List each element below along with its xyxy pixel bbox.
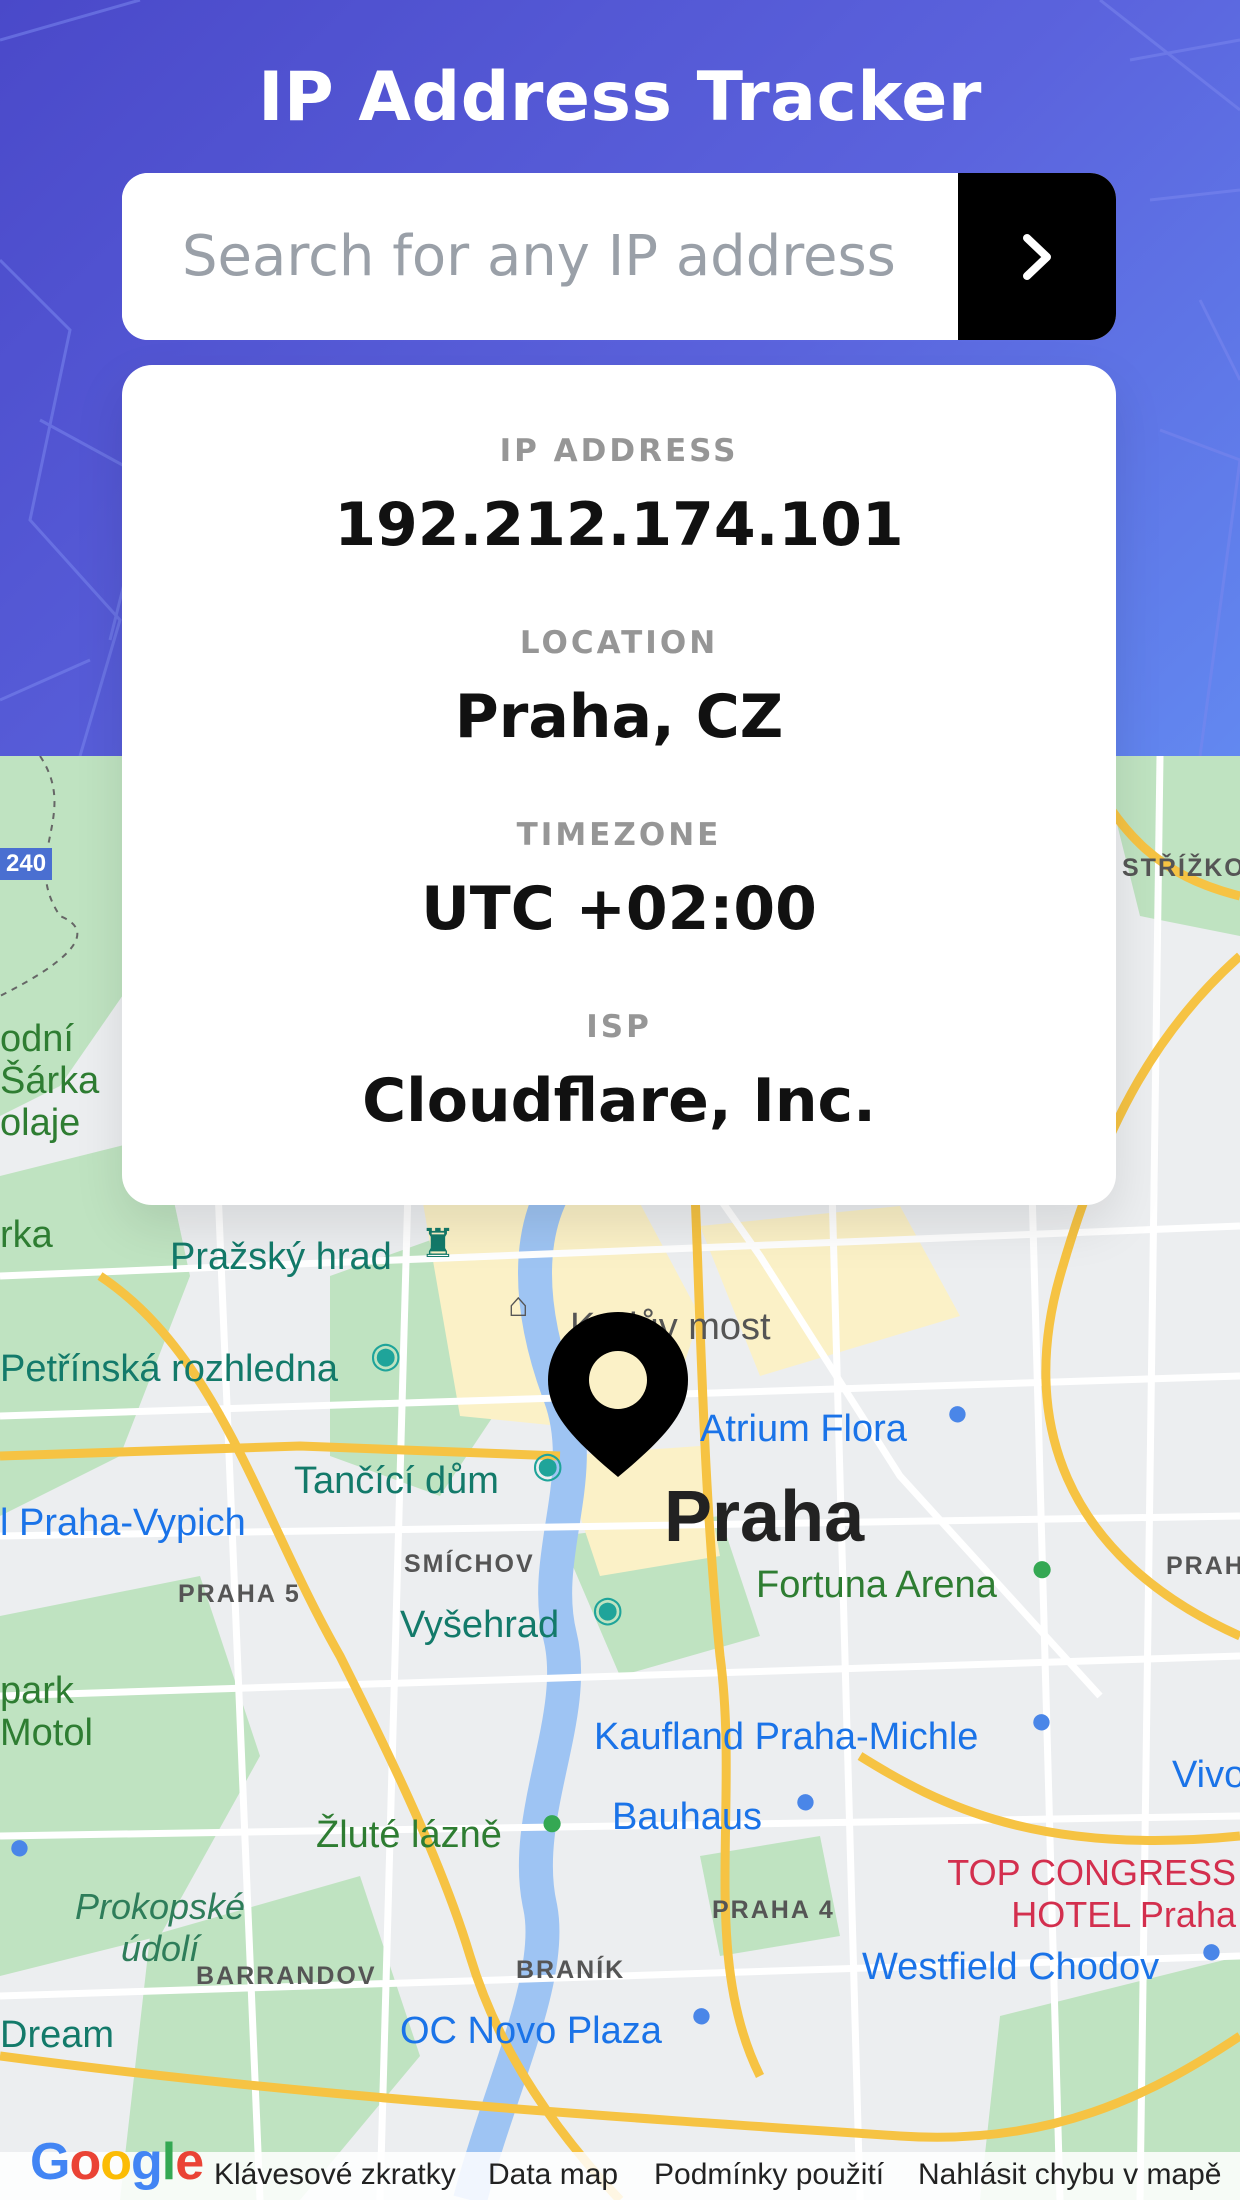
stadium-icon[interactable]: ● <box>1030 1546 1054 1591</box>
report-error-link[interactable]: Nahlásit chybu v mapě <box>918 2158 1222 2192</box>
map-data-link[interactable]: Data map <box>488 2158 618 2192</box>
place-label-prazsky-hrad[interactable]: Pražský hrad <box>170 1236 392 1279</box>
ip-info-card: IP ADDRESS 192.212.174.101 LOCATION Prah… <box>122 365 1116 1205</box>
keyboard-shortcuts-link[interactable]: Klávesové zkratky <box>214 2158 456 2192</box>
google-logo[interactable]: Google <box>30 2132 204 2192</box>
place-label-atrium-flora[interactable]: Atrium Flora <box>700 1408 907 1451</box>
camera-icon[interactable]: ◉ <box>370 1334 401 1376</box>
place-label-motol[interactable]: Motol <box>0 1712 93 1755</box>
place-label-petrinska[interactable]: Petřínská rozhledna <box>0 1348 338 1391</box>
search-input[interactable] <box>122 173 958 340</box>
shopping-bag-icon[interactable]: ● <box>1200 1930 1223 1973</box>
place-label-oc-novo-plaza[interactable]: OC Novo Plaza <box>400 2010 662 2053</box>
place-label-tancici-dum[interactable]: Tančící dům <box>294 1460 499 1503</box>
place-label-westfield[interactable]: Westfield Chodov <box>862 1946 1159 1989</box>
cart-icon[interactable]: ● <box>1030 1700 1053 1743</box>
map-label[interactable]: rka <box>0 1214 53 1257</box>
place-label-top-congress[interactable]: TOP CONGRESS HOTEL Praha <box>900 1852 1236 1936</box>
place-label-vysehrad[interactable]: Vyšehrad <box>400 1604 559 1647</box>
timezone-label: TIMEZONE <box>516 817 722 853</box>
isp-value: Cloudflare, Inc. <box>362 1066 876 1136</box>
shopping-bag-icon[interactable]: ● <box>8 1826 31 1869</box>
district-label-praha4: PRAHA 4 <box>712 1896 835 1924</box>
location-value: Praha, CZ <box>454 682 784 752</box>
hotel-label-line: HOTEL Praha <box>1011 1894 1236 1935</box>
map-label[interactable]: Šárka <box>0 1060 99 1103</box>
place-label-park[interactable]: park <box>0 1670 74 1713</box>
district-label: STŘÍŽKO <box>1122 854 1240 882</box>
location-label: LOCATION <box>519 625 719 661</box>
place-label-praha-vypich[interactable]: l Praha-Vypich <box>0 1502 246 1545</box>
city-label: Praha <box>664 1477 865 1557</box>
isp-label: ISP <box>586 1009 652 1045</box>
area-label-line: Prokopské <box>74 1886 246 1927</box>
place-label-dream[interactable]: Dream <box>0 2014 114 2057</box>
district-label-praha: PRAHA <box>1166 1552 1240 1580</box>
district-label-barrandov: BARRANDOV <box>196 1962 377 1990</box>
camera-icon[interactable]: ◉ <box>592 1588 623 1630</box>
district-label-praha5: PRAHA 5 <box>178 1580 301 1608</box>
area-label-prokopske: Prokopské údolí <box>60 1886 260 1970</box>
ip-address-label: IP ADDRESS <box>499 433 739 469</box>
terms-link[interactable]: Podmínky použití <box>654 2158 884 2192</box>
district-label-smichov: SMÍCHOV <box>404 1550 535 1578</box>
place-label-fortuna-arena[interactable]: Fortuna Arena <box>756 1564 997 1607</box>
map-label[interactable]: odní <box>0 1018 74 1061</box>
shopping-bag-icon[interactable]: ● <box>946 1392 969 1435</box>
hotel-label-line: TOP CONGRESS <box>947 1852 1236 1893</box>
park-icon[interactable]: ● <box>540 1800 564 1845</box>
page-title: IP Address Tracker <box>258 58 982 137</box>
timezone-value: UTC +02:00 <box>421 874 817 944</box>
shopping-bag-icon[interactable]: ● <box>794 1780 817 1823</box>
place-label-bauhaus[interactable]: Bauhaus <box>612 1796 762 1839</box>
bridge-icon[interactable]: ⌂ <box>508 1286 529 1325</box>
road-shield: 240 <box>0 848 53 880</box>
chevron-right-icon <box>1023 233 1051 280</box>
ip-address-value: 192.212.174.101 <box>334 490 904 560</box>
search-button[interactable] <box>958 173 1116 340</box>
castle-icon[interactable]: ♜ <box>420 1221 456 1267</box>
location-pin-icon[interactable] <box>548 1312 688 1482</box>
place-label-kaufland[interactable]: Kaufland Praha-Michle <box>594 1716 978 1759</box>
map-label[interactable]: olaje <box>0 1102 80 1145</box>
place-label-zlute-lazne[interactable]: Žluté lázně <box>316 1814 502 1857</box>
shopping-bag-icon[interactable]: ● <box>690 1994 713 2037</box>
place-label-vivo[interactable]: Vivo <box>1172 1754 1240 1797</box>
search-bar <box>122 173 1116 340</box>
district-label-branik: BRANÍK <box>516 1956 626 1984</box>
location-pin-shape <box>548 1312 688 1477</box>
